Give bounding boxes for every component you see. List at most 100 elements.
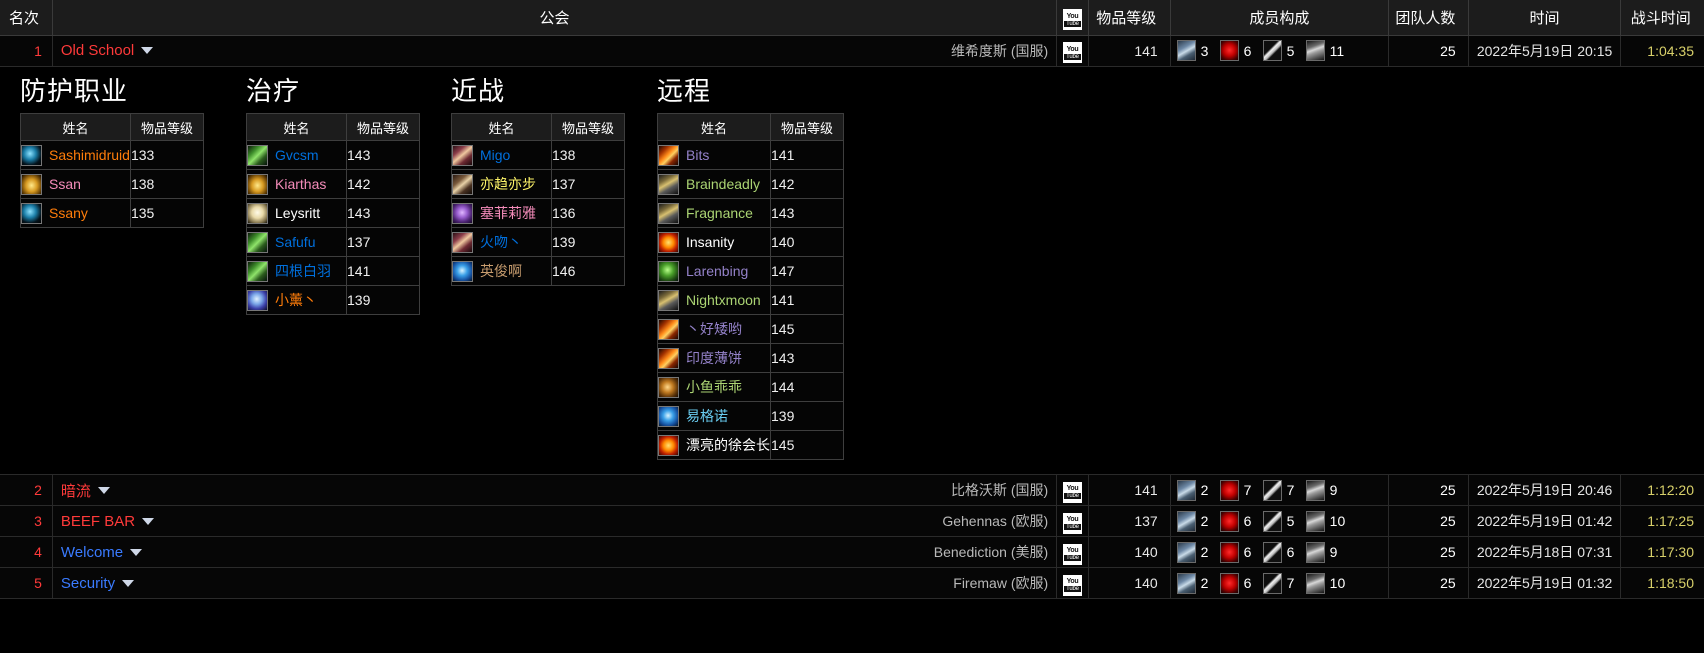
youtube-cell[interactable]: You Tube [1056, 536, 1089, 569]
player-name-cell[interactable]: Migo [451, 140, 552, 171]
player-name-cell[interactable]: Leysritt [246, 198, 347, 229]
guild-name-link[interactable]: Old School [61, 42, 134, 59]
comp-tank: 2 [1176, 479, 1209, 501]
roster-row[interactable]: Nightxmoon 141 [657, 285, 844, 316]
column-header-raid-size[interactable]: 团队人数 [1388, 0, 1469, 36]
youtube-cell[interactable]: You Tube [1056, 474, 1089, 507]
roster-row[interactable]: Insanity 140 [657, 227, 844, 258]
roster-row[interactable]: Migo 138 [451, 140, 625, 171]
guild-name-link[interactable]: Security [61, 575, 115, 592]
column-header-ilvl[interactable]: 物品等级 [1088, 0, 1171, 36]
class-icon-hunter [658, 376, 679, 398]
date-value: 2022年5月19日 01:32 [1476, 575, 1613, 592]
player-ilvl: 140 [769, 227, 844, 258]
column-header-guild[interactable]: 公会 [52, 0, 1058, 36]
roster-row[interactable]: Ssan 138 [20, 169, 204, 200]
player-name-cell[interactable]: 小薰丶 [246, 285, 347, 316]
roster-row[interactable]: 易格诺 139 [657, 401, 844, 432]
roster-row[interactable]: Bits 141 [657, 140, 844, 171]
roster-col-name: 姓名 [657, 113, 771, 142]
guild-name-link[interactable]: BEEF BAR [61, 513, 135, 530]
chevron-down-icon[interactable] [142, 517, 155, 525]
roster-row[interactable]: Safufu 137 [246, 227, 420, 258]
roster-row[interactable]: Fragnance 143 [657, 198, 844, 229]
guild-row[interactable]: 1 Old School 维希度斯 (国服) You Tube 141 3 6 5 11 25 202… [0, 35, 1704, 67]
roster-row[interactable]: 英俊啊 146 [451, 256, 625, 287]
roster-row[interactable]: Ssany 135 [20, 198, 204, 229]
roster-row[interactable]: Leysritt 143 [246, 198, 420, 229]
comp-heal: 6 [1219, 572, 1252, 594]
player-name-cell[interactable]: Safufu [246, 227, 347, 258]
player-name-cell[interactable]: Gvcsm [246, 140, 347, 171]
chevron-down-icon[interactable] [97, 486, 110, 494]
player-name-cell[interactable]: 小鱼乖乖 [657, 372, 771, 403]
roster-row[interactable]: 丶好矮哟 145 [657, 314, 844, 345]
roster-row[interactable]: 亦趋亦步 137 [451, 169, 625, 200]
role-title-3: 远程 [657, 75, 712, 106]
player-name-cell[interactable]: Insanity [657, 227, 771, 258]
guild-name-link[interactable]: Welcome [61, 544, 123, 561]
roster-row[interactable]: Braindeadly 142 [657, 169, 844, 200]
player-name-cell[interactable]: 四根白羽 [246, 256, 347, 287]
roster-row[interactable]: Larenbing 147 [657, 256, 844, 287]
column-header-composition[interactable]: 成员构成 [1170, 0, 1389, 36]
youtube-cell[interactable]: You Tube [1056, 505, 1089, 538]
roster-row[interactable]: 漂亮的徐会长 145 [657, 430, 844, 461]
ranged-count: 9 [1329, 544, 1338, 561]
player-name-cell[interactable]: Larenbing [657, 256, 771, 287]
role-title-2: 近战 [451, 75, 506, 106]
chevron-down-icon[interactable] [130, 548, 143, 556]
guild-row[interactable]: 5 Security Firemaw (欧服) You Tube 140 2 6 7 10 25 20… [0, 567, 1704, 600]
player-name-cell[interactable]: 丶好矮哟 [657, 314, 771, 345]
roster-row[interactable]: Sashimidruid 133 [20, 140, 204, 171]
roster-row[interactable]: Gvcsm 143 [246, 140, 420, 171]
player-name-cell[interactable]: Nightxmoon [657, 285, 771, 316]
chevron-down-icon[interactable] [122, 579, 135, 587]
player-name-cell[interactable]: Ssan [20, 169, 131, 200]
guild-row[interactable]: 3 BEEF BAR Gehennas (欧服) You Tube 137 2 6 5 10 25 2… [0, 505, 1704, 538]
youtube-link-icon[interactable]: You Tube [1062, 512, 1082, 534]
rankings-page: 名次 公会 You Tube 物品等级 成员构成 团队人数 时间 战斗时间 1O… [0, 0, 1704, 653]
roster-row[interactable]: 塞菲莉雅 136 [451, 198, 625, 229]
player-name-cell[interactable]: 漂亮的徐会长 [657, 430, 771, 461]
roster-row[interactable]: 小薰丶 139 [246, 285, 420, 316]
player-name-cell[interactable]: 火吻丶 [451, 227, 552, 258]
heal-role-icon [1219, 40, 1239, 61]
roster-row[interactable]: 小鱼乖乖 144 [657, 372, 844, 403]
roster-row[interactable]: Kiarthas 142 [246, 169, 420, 200]
player-name-cell[interactable]: 易格诺 [657, 401, 771, 432]
player-name-cell[interactable]: Sashimidruid [20, 140, 131, 171]
chevron-down-icon[interactable] [141, 47, 154, 54]
column-header-date[interactable]: 时间 [1468, 0, 1622, 36]
comp-ranged: 9 [1305, 541, 1338, 563]
player-name-cell[interactable]: 塞菲莉雅 [451, 198, 552, 229]
youtube-link-icon[interactable]: You Tube [1062, 42, 1082, 64]
roster-row[interactable]: 四根白羽 141 [246, 256, 420, 287]
player-name-cell[interactable]: 英俊啊 [451, 256, 552, 287]
guild-row[interactable]: 2 暗流 比格沃斯 (国服) You Tube 141 2 7 7 9 25 2022年5月19日 2… [0, 474, 1704, 507]
rank-cell: 5 [0, 567, 53, 600]
player-name-cell[interactable]: Fragnance [657, 198, 771, 229]
guild-name-link[interactable]: 暗流 [61, 480, 91, 501]
comp-melee: 5 [1262, 510, 1295, 532]
ilvl-cell: 141 [1088, 474, 1171, 507]
youtube-link-icon[interactable]: You Tube [1062, 481, 1082, 503]
column-header-fight-time[interactable]: 战斗时间 [1620, 0, 1704, 36]
player-name-cell[interactable]: Bits [657, 140, 771, 171]
youtube-cell[interactable]: You Tube [1056, 567, 1089, 600]
column-header-rank[interactable]: 名次 [0, 0, 53, 36]
youtube-link-icon[interactable]: You Tube [1062, 574, 1082, 596]
player-name-cell[interactable]: Braindeadly [657, 169, 771, 200]
player-name-cell[interactable]: Kiarthas [246, 169, 347, 200]
player-name: Braindeadly [686, 176, 760, 193]
roster-row[interactable]: 印度薄饼 143 [657, 343, 844, 374]
youtube-cell[interactable]: You Tube [1056, 35, 1089, 67]
player-name-cell[interactable]: 亦趋亦步 [451, 169, 552, 200]
guild-row[interactable]: 4 Welcome Benediction (美服) You Tube 140 2 6 6 9 25… [0, 536, 1704, 569]
roster-row[interactable]: 火吻丶 139 [451, 227, 625, 258]
ilvl-value: 137 [1134, 513, 1158, 530]
player-name-cell[interactable]: 印度薄饼 [657, 343, 771, 374]
player-name-cell[interactable]: Ssany [20, 198, 131, 229]
player-ilvl: 133 [129, 140, 204, 171]
youtube-link-icon[interactable]: You Tube [1062, 543, 1082, 565]
